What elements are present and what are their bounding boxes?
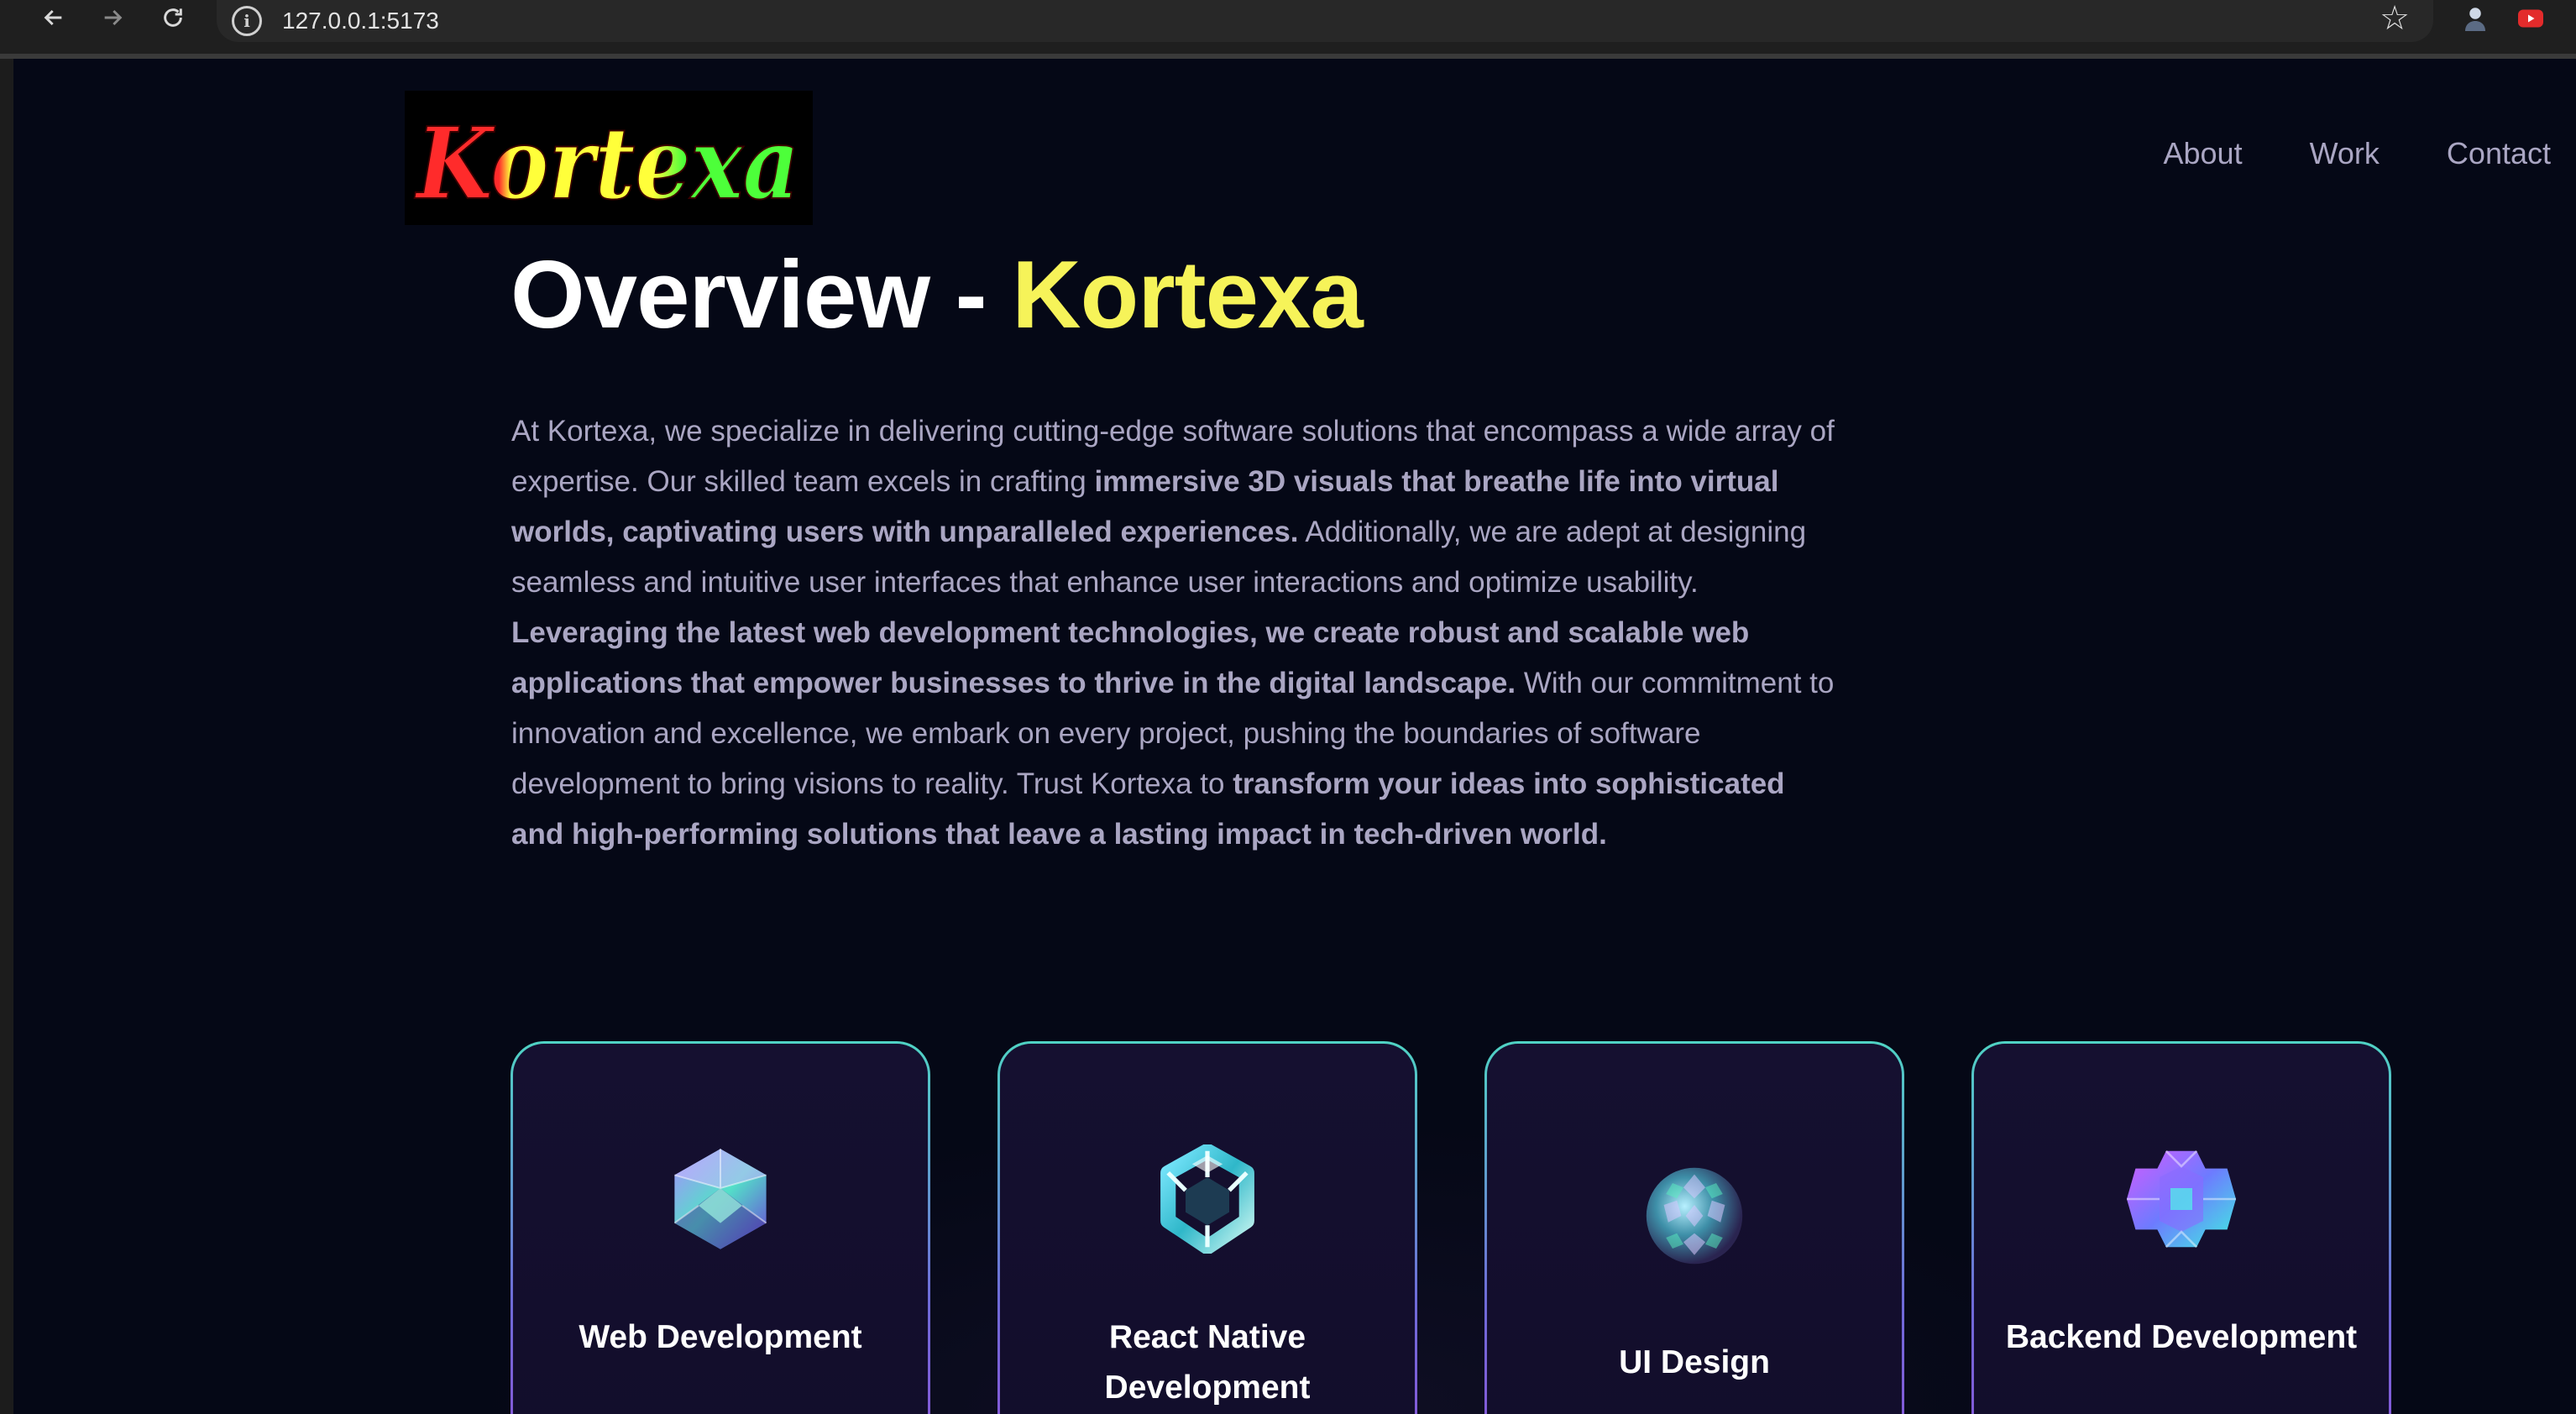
back-button[interactable]: [30, 0, 77, 35]
title-accent: Kortexa: [1012, 242, 1363, 348]
youtube-extension-icon[interactable]: [2516, 3, 2546, 34]
back-icon: [44, 9, 62, 26]
crystal-sphere-icon: [1646, 1167, 1743, 1265]
crystal-cross-icon: [2127, 1150, 2236, 1249]
forward-icon: [104, 9, 123, 26]
svg-text:Kortexa: Kortexa: [414, 105, 799, 222]
address-bar[interactable]: i 127.0.0.1:5173 ☆: [217, 0, 2433, 42]
browser-toolbar: i 127.0.0.1:5173 ☆: [0, 0, 2576, 59]
logo-wordmark: Kortexa: [413, 104, 800, 223]
service-card-title: UI Design: [1619, 1344, 1770, 1380]
service-card-title: React Native Development: [1104, 1319, 1311, 1406]
service-card-react-native-development[interactable]: React Native Development: [997, 1041, 1417, 1414]
site-info-icon[interactable]: i: [232, 6, 262, 36]
bookmark-star-icon[interactable]: ☆: [2380, 2, 2410, 35]
overview-paragraph: At Kortexa, we specialize in delivering …: [511, 406, 1838, 860]
nav-link-about[interactable]: About: [2164, 136, 2243, 171]
title-prefix: Overview -: [510, 242, 1013, 348]
nav-link-work[interactable]: Work: [2310, 136, 2380, 171]
extension-icon[interactable]: [2460, 3, 2490, 34]
url-text: 127.0.0.1:5173: [282, 8, 439, 34]
logo[interactable]: Kortexa: [405, 91, 813, 225]
reload-button[interactable]: [149, 0, 196, 35]
service-card-ui-design[interactable]: UI Design: [1484, 1041, 1904, 1414]
reload-icon: [164, 8, 182, 27]
service-card-backend-development[interactable]: Backend Development: [1971, 1041, 2391, 1414]
crystal-cube-icon: [1160, 1144, 1254, 1254]
nav-link-contact[interactable]: Contact: [2447, 136, 2551, 171]
main-nav: About Work Contact: [2164, 136, 2552, 171]
service-card-title: Web Development: [579, 1319, 862, 1355]
service-card-web-development[interactable]: Web Development: [510, 1041, 930, 1414]
page-viewport: Kortexa About Work Contact Overview - Ko…: [13, 59, 2576, 1414]
window-edge: [0, 59, 13, 1414]
page-title: Overview - Kortexa: [510, 240, 1364, 350]
crystal-icosahedron-icon: [673, 1149, 767, 1249]
services-list: Web Development React Native Development: [510, 1041, 2391, 1414]
service-card-title: Backend Development: [2005, 1319, 2358, 1355]
forward-button[interactable]: [89, 0, 136, 35]
